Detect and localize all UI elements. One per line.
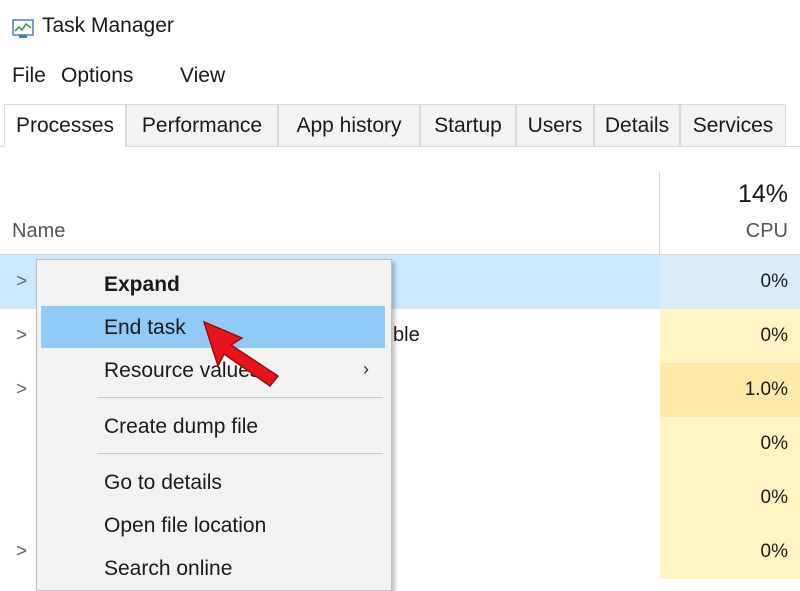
cpu-cell: 1.0%: [660, 363, 800, 417]
cpu-total-value: 14%: [737, 180, 788, 208]
menu-view[interactable]: View: [180, 64, 225, 88]
menu-options[interactable]: Options: [61, 64, 133, 88]
process-name: ble: [393, 324, 420, 346]
menu-separator: [97, 453, 383, 454]
cpu-cell: 0%: [660, 309, 800, 363]
menu-item-search-online[interactable]: Search online: [41, 547, 385, 589]
expand-chevron-icon[interactable]: >: [16, 271, 27, 293]
task-manager-icon: [12, 19, 34, 38]
menu-item-go-to-details[interactable]: Go to details: [41, 461, 385, 503]
context-menu: Expand End task Resource values › Create…: [36, 259, 392, 591]
tab-startup[interactable]: Startup: [420, 104, 516, 146]
menu-item-label: Search online: [104, 557, 233, 580]
expand-chevron-icon[interactable]: >: [16, 379, 27, 401]
submenu-arrow-icon: ›: [363, 359, 369, 379]
menu-item-label: Expand: [104, 273, 180, 296]
tab-services[interactable]: Services: [680, 104, 786, 146]
name-column-header[interactable]: Name: [12, 220, 65, 243]
menu-separator: [97, 397, 383, 398]
cpu-cell: 0%: [660, 471, 800, 525]
cpu-cell: 0%: [660, 525, 800, 579]
tab-strip: Processes Performance App history Startu…: [0, 104, 800, 147]
column-header: Name 14% CPU: [0, 172, 800, 255]
menu-bar: File Options View: [0, 58, 800, 94]
window-title: Task Manager: [42, 14, 174, 37]
menu-item-label: End task: [104, 316, 186, 339]
tab-performance[interactable]: Performance: [126, 104, 278, 146]
column-divider[interactable]: [659, 172, 660, 254]
tab-app-history[interactable]: App history: [278, 104, 420, 146]
menu-item-expand[interactable]: Expand: [41, 263, 385, 305]
expand-chevron-icon[interactable]: >: [16, 541, 27, 563]
expand-chevron-icon[interactable]: >: [16, 325, 27, 347]
menu-item-label: Go to details: [104, 471, 222, 494]
tab-processes[interactable]: Processes: [4, 104, 126, 147]
tab-users[interactable]: Users: [516, 104, 594, 146]
red-arrow-pointer-icon: [202, 320, 280, 388]
cpu-column-header[interactable]: CPU: [746, 220, 788, 243]
menu-item-label: Create dump file: [104, 415, 259, 438]
menu-file[interactable]: File: [12, 64, 46, 88]
title-bar: Task Manager: [0, 0, 800, 58]
tab-details[interactable]: Details: [594, 104, 680, 146]
menu-item-label: Open file location: [104, 514, 267, 537]
cpu-cell: 0%: [660, 255, 800, 309]
cpu-cell: 0%: [660, 417, 800, 471]
menu-item-create-dump-file[interactable]: Create dump file: [41, 405, 385, 447]
menu-item-open-file-location[interactable]: Open file location: [41, 504, 385, 546]
